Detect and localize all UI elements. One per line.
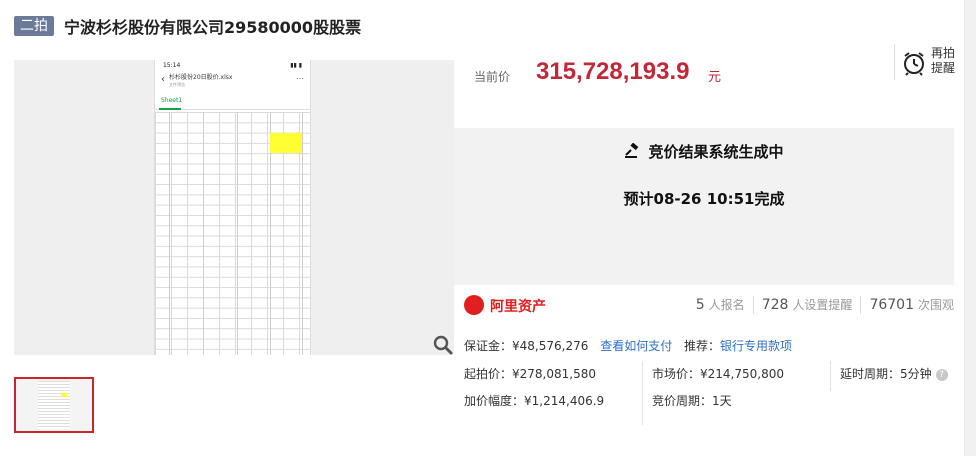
delay-row: 延时周期：5分钟? [840, 365, 948, 382]
highlight-cell [270, 133, 302, 143]
round-badge: 二拍 [14, 16, 54, 36]
signup-label: 人报名 [708, 298, 745, 312]
price-unit: 元 [708, 70, 722, 85]
column-divider [830, 361, 831, 391]
bank-payment-link[interactable]: 银行专用款项 [720, 339, 792, 353]
view-label: 次围观 [917, 298, 954, 312]
stats-divider [752, 296, 754, 314]
increment-label: 加价幅度： [464, 394, 525, 408]
price-panel: 当前价 315,728,193.9 元 再拍提醒 [454, 40, 956, 128]
market-price-label: 市场价： [652, 367, 701, 381]
reminder-label: 人设置提醒 [792, 298, 853, 312]
current-price-value: 315,728,193.9 [536, 58, 690, 85]
phone-screenshot: 15:14 ▮▮ ▮ ‹ 杉杉股份20日股价.xlsx 文件预览 ⋯ Sheet… [154, 60, 311, 355]
increment-value: ¥1,214,406.9 [524, 394, 605, 408]
auction-page: 二拍 宁波杉杉股份有限公司29580000股股票 15:14 ▮▮ ▮ ‹ 杉杉… [0, 0, 976, 456]
scrollbar[interactable] [964, 0, 976, 456]
back-icon: ‹ [161, 74, 165, 85]
sheet-column-line [169, 112, 170, 355]
how-to-pay-link[interactable]: 查看如何支付 [600, 339, 672, 353]
remind-label: 再拍提醒 [931, 46, 956, 75]
auction-info: 保证金：¥48,576,276 查看如何支付 推荐：银行专用款项 起拍价：¥27… [454, 325, 954, 450]
phone-status-bar: 15:14 ▮▮ ▮ [155, 60, 310, 72]
ali-assets-logo [464, 295, 484, 315]
deposit-row: 保证金：¥48,576,276 查看如何支付 推荐：银行专用款项 [464, 337, 792, 354]
alarm-clock-icon [904, 52, 924, 76]
column-divider [642, 361, 643, 425]
cycle-row: 竞价周期：1天 [652, 392, 732, 409]
platform-row: 阿里资产 5 人报名 728 人设置提醒 76701 次围观 [454, 285, 954, 325]
sheet-column-line [203, 112, 204, 355]
phone-header: ‹ 杉杉股份20日股价.xlsx 文件预览 ⋯ [155, 72, 310, 94]
status-generating-text: 竞价结果系统生成中 [648, 143, 784, 161]
magnify-icon[interactable] [432, 334, 454, 356]
phone-signal-icon: ▮▮ ▮ [290, 62, 302, 69]
view-count: 76701 [869, 297, 914, 313]
increment-row: 加价幅度：¥1,214,406.9 [464, 392, 604, 409]
auction-status-panel: 竞价结果系统生成中 预计08-26 10:51完成 [454, 128, 954, 285]
more-icon: ⋯ [296, 74, 304, 83]
recommend-label: 推荐： [684, 339, 721, 353]
main-image[interactable]: 15:14 ▮▮ ▮ ‹ 杉杉股份20日股价.xlsx 文件预览 ⋯ Sheet… [14, 60, 454, 355]
phone-filename: 杉杉股份20日股价.xlsx [169, 74, 233, 81]
signup-count: 5 [695, 297, 705, 313]
sheet-tab: Sheet1 [155, 94, 310, 110]
start-price-value: ¥278,081,580 [512, 367, 596, 381]
page-title: 宁波杉杉股份有限公司29580000股股票 [64, 18, 362, 37]
current-price-label: 当前价 [474, 70, 511, 84]
gavel-icon [625, 143, 639, 158]
spreadsheet-preview [155, 112, 310, 355]
expected-finish-text: 预计08-26 10:51完成 [623, 190, 785, 208]
start-price-label: 起拍价： [464, 367, 513, 381]
start-price-row: 起拍价：¥278,081,580 [464, 365, 596, 382]
sheet-column-line [237, 112, 238, 355]
deposit-value: ¥48,576,276 [512, 339, 589, 353]
highlight-cell [270, 143, 302, 153]
thumbnail-sheet [38, 381, 70, 429]
market-price-row: 市场价：¥214,750,800 [652, 365, 784, 382]
deposit-label: 保证金： [464, 339, 513, 353]
title-row: 二拍 宁波杉杉股份有限公司29580000股股票 [14, 14, 361, 38]
phone-subtitle: 文件预览 [169, 82, 185, 87]
delay-value: 5分钟 [900, 367, 932, 381]
thumbnail-highlight [61, 393, 67, 397]
reminder-count: 728 [761, 297, 789, 313]
phone-time: 15:14 [163, 62, 181, 69]
thumbnail-1[interactable] [14, 377, 94, 433]
sheet-column-line [302, 112, 303, 355]
delay-label: 延时周期： [840, 367, 901, 381]
status-row: 竞价结果系统生成中 [454, 141, 954, 162]
stats-group: 5 人报名 728 人设置提醒 76701 次围观 [696, 296, 954, 314]
stats-divider [860, 296, 862, 314]
cycle-value: 1天 [712, 394, 732, 408]
market-price-value: ¥214,750,800 [700, 367, 784, 381]
help-icon[interactable]: ? [935, 369, 948, 381]
platform-name: 阿里资产 [490, 299, 546, 315]
cycle-label: 竞价周期： [652, 394, 713, 408]
remind-button[interactable]: 再拍提醒 [894, 44, 956, 80]
